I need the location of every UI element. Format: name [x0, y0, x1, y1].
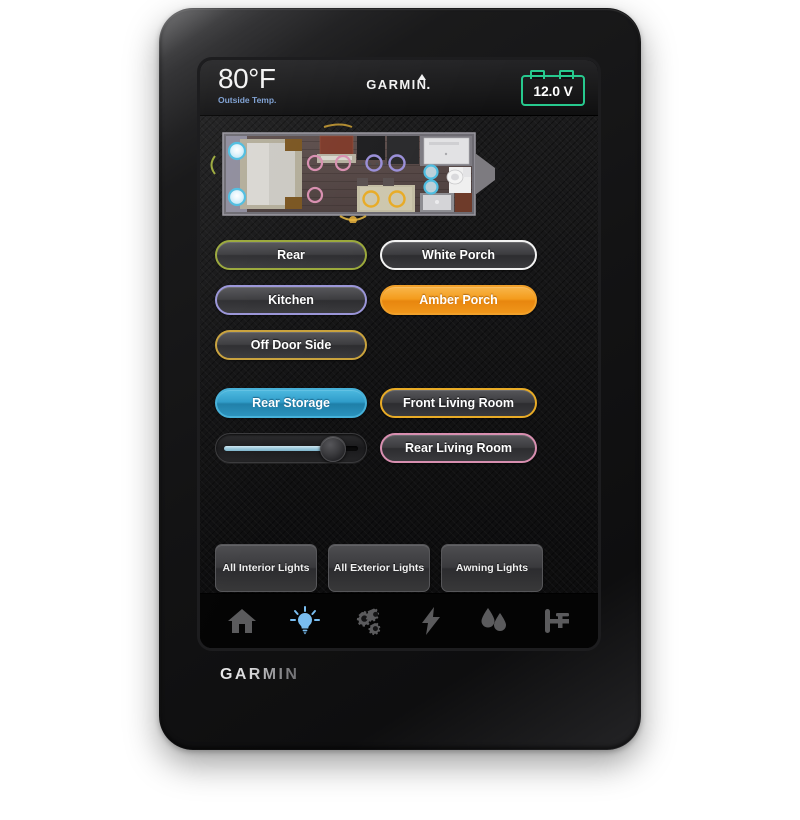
light-button-label: Off Door Side: [250, 338, 332, 352]
lightning-icon: [421, 607, 440, 635]
light-button-off-door-side[interactable]: Off Door Side: [215, 330, 367, 360]
screenshot-root: 80°F Outside Temp. GARMIN. 12.0 V Rear W…: [0, 0, 800, 820]
light-indicator-bedroom-front: [227, 141, 247, 161]
light-indicator-bath-1: [423, 164, 439, 180]
light-button-rear-storage[interactable]: Rear Storage: [215, 388, 367, 418]
bottom-navigation-bar: [200, 593, 598, 648]
preset-button-awning-lights[interactable]: Awning Lights: [441, 544, 543, 592]
nav-item-plumbing[interactable]: [535, 601, 579, 641]
rv-floorplan[interactable]: [207, 123, 591, 223]
temperature-label: Outside Temp.: [218, 95, 277, 105]
light-button-kitchen[interactable]: Kitchen: [215, 285, 367, 315]
light-button-label: Kitchen: [268, 293, 314, 307]
water-drops-icon: [481, 608, 506, 631]
dimmer-knob[interactable]: [319, 436, 346, 462]
light-button-label: Rear Living Room: [405, 441, 512, 455]
dimmer-fill: [224, 446, 332, 451]
preset-button-label: Awning Lights: [455, 562, 529, 574]
nav-item-lights[interactable]: [283, 601, 327, 641]
preset-button-label: All Interior Lights: [222, 562, 310, 574]
garmin-triangle-icon: [418, 74, 427, 80]
light-button-front-living-room[interactable]: Front Living Room: [380, 388, 537, 418]
light-button-label: Front Living Room: [402, 396, 515, 410]
battery-voltage-value: 12.0 V: [533, 82, 573, 99]
home-icon: [227, 609, 256, 633]
status-header: 80°F Outside Temp. GARMIN. 12.0 V: [200, 60, 598, 116]
light-indicator-bedroom-rear: [227, 187, 247, 207]
valve-icon: [544, 609, 569, 633]
light-indicator-bath-2: [423, 179, 439, 195]
light-button-rear[interactable]: Rear: [215, 240, 367, 270]
light-button-label: White Porch: [422, 248, 495, 262]
light-button-label: Amber Porch: [419, 293, 498, 307]
light-button-rear-living-room[interactable]: Rear Living Room: [380, 433, 537, 463]
preset-button-all-exterior-lights[interactable]: All Exterior Lights: [328, 544, 430, 592]
light-button-label: Rear Storage: [252, 396, 330, 410]
lights-page: Rear White Porch Kitchen Amber Porch Off…: [200, 116, 598, 594]
light-button-label: Rear: [277, 248, 305, 262]
light-button-amber-porch[interactable]: Amber Porch: [380, 285, 537, 315]
nav-item-power[interactable]: [409, 601, 453, 641]
touchscreen[interactable]: 80°F Outside Temp. GARMIN. 12.0 V Rear W…: [200, 60, 598, 648]
garmin-rv-display-device: 80°F Outside Temp. GARMIN. 12.0 V Rear W…: [159, 8, 641, 750]
preset-button-label: All Exterior Lights: [333, 562, 425, 574]
nav-item-home[interactable]: [220, 601, 264, 641]
nav-item-tanks[interactable]: [472, 601, 516, 641]
nav-item-settings[interactable]: [346, 601, 390, 641]
device-brand-logo: GARMIN: [220, 666, 300, 683]
gears-icon: [356, 608, 380, 636]
rear-storage-dimmer-slider[interactable]: [215, 433, 367, 463]
battery-status[interactable]: 12.0 V: [521, 70, 585, 106]
battery-icon: 12.0 V: [521, 75, 585, 106]
lightbulb-icon: [289, 606, 320, 635]
preset-button-all-interior-lights[interactable]: All Interior Lights: [215, 544, 317, 592]
light-button-white-porch[interactable]: White Porch: [380, 240, 537, 270]
